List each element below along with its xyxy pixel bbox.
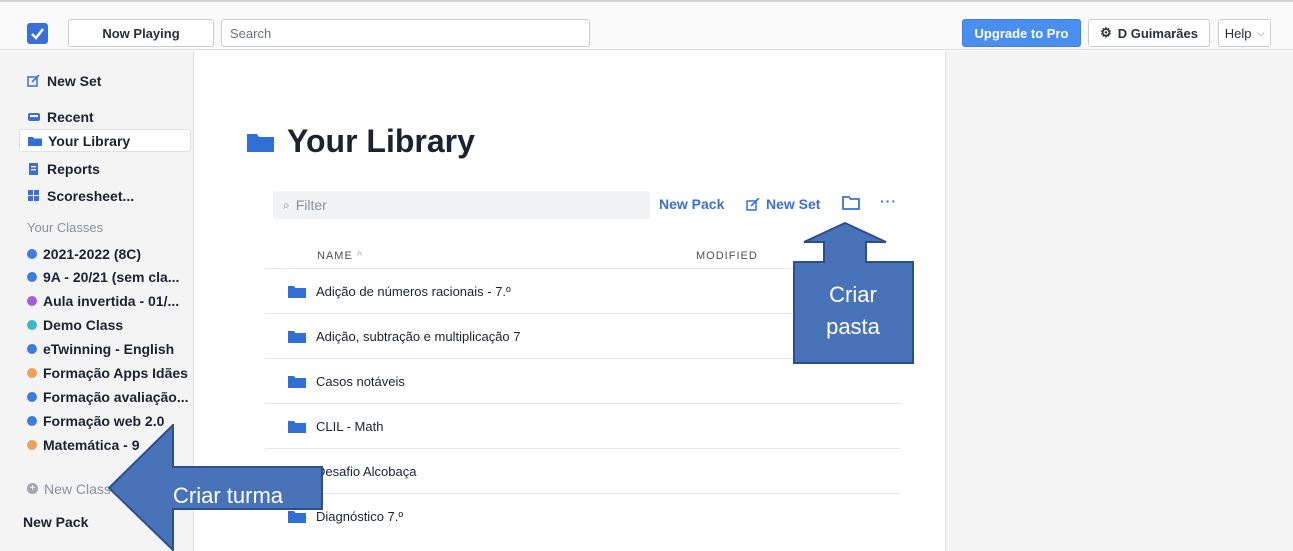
table-row[interactable]: Desafio Alcobaça: [265, 448, 900, 493]
row-title: Adição, subtração e multiplicação 7: [316, 328, 521, 344]
class-color-dot: [27, 296, 37, 307]
page-title: Your Library: [247, 123, 475, 160]
chevron-down-icon: ⌵: [1257, 27, 1265, 38]
search-placeholder: Search: [230, 25, 272, 41]
grid-icon: [28, 189, 39, 201]
user-name: D Guimarães: [1117, 25, 1198, 41]
search-icon: ⌕: [283, 197, 290, 212]
sidebar-class-item[interactable]: 2021-2022 (8C): [19, 242, 191, 265]
row-title: CLIL - Math: [316, 418, 384, 434]
now-playing-button[interactable]: Now Playing: [68, 19, 214, 47]
column-header-modified-label: MODIFIED: [696, 250, 758, 262]
new-class-label: New Class: [44, 480, 111, 497]
sidebar-item-label: New Set: [47, 72, 102, 89]
table-row[interactable]: Diagnóstico 7.º: [265, 493, 900, 538]
edit-icon: [746, 197, 760, 211]
row-title: Diagnóstico 7.º: [316, 508, 404, 524]
page-title-text: Your Library: [287, 123, 475, 159]
sidebar-class-item[interactable]: 9A - 20/21 (sem cla...: [19, 266, 191, 289]
class-color-dot: [27, 248, 37, 259]
row-title: Casos notáveis: [316, 373, 405, 389]
sidebar-item-recent[interactable]: Recent: [19, 105, 191, 128]
folder-icon: [288, 285, 306, 298]
callout-line-1: Criar: [829, 282, 877, 307]
more-options-button[interactable]: ···: [880, 193, 897, 209]
class-color-dot: [27, 439, 37, 450]
table-row[interactable]: Casos notáveis: [265, 358, 900, 403]
class-color-dot: [27, 415, 37, 426]
help-label: Help: [1224, 25, 1252, 41]
sidebar-class-item[interactable]: eTwinning - English: [19, 338, 191, 361]
new-set-button[interactable]: New Set: [746, 196, 820, 212]
plus-circle-icon: +: [27, 483, 38, 494]
column-header-name-label: NAME: [317, 250, 353, 262]
upgrade-button[interactable]: Upgrade to Pro: [962, 19, 1081, 47]
sidebar-item-scoresheet[interactable]: Scoresheet...: [19, 184, 191, 207]
now-playing-label: Now Playing: [102, 25, 180, 41]
sidebar-item-label: Your Library: [48, 132, 131, 149]
class-label: 9A - 20/21 (sem cla...: [43, 269, 180, 286]
search-input[interactable]: Search: [221, 19, 590, 47]
folder-icon: [288, 375, 306, 388]
callout-create-folder-text: Criar pasta: [797, 279, 909, 343]
class-label: Formação avaliação...: [43, 388, 189, 405]
sidebar-item-reports[interactable]: Reports: [19, 157, 191, 180]
reports-icon: [29, 162, 38, 175]
sidebar-item-your-library[interactable]: Your Library: [19, 129, 191, 152]
filter-input[interactable]: ⌕ Filter: [273, 191, 650, 219]
class-label: Aula invertida - 01/...: [43, 293, 180, 310]
callout-line-2: pasta: [826, 314, 880, 339]
new-folder-button[interactable]: [842, 195, 860, 210]
sidebar-item-label: Reports: [47, 160, 100, 177]
upgrade-label: Upgrade to Pro: [974, 25, 1069, 41]
new-pack-link-label: New Pack: [659, 196, 725, 212]
folder-icon: [288, 330, 306, 343]
sidebar-item-label: Scoresheet...: [47, 187, 135, 204]
class-label: Demo Class: [43, 317, 124, 334]
sidebar-class-item[interactable]: Aula invertida - 01/...: [19, 290, 191, 313]
column-header-name[interactable]: NAME ^: [317, 250, 363, 262]
right-pane: [945, 51, 1293, 551]
class-color-dot: [27, 368, 37, 378]
folder-outline-icon: [842, 196, 860, 210]
folder-icon: [28, 136, 42, 146]
class-color-dot: [27, 272, 37, 283]
class-label: eTwinning - English: [43, 341, 175, 358]
folder-icon: [247, 133, 274, 152]
sort-ascending-icon: ^: [356, 250, 364, 262]
row-title: Adição de números racionais - 7.º: [316, 283, 511, 299]
class-color-dot: [27, 320, 37, 331]
new-set-link-label: New Set: [766, 196, 821, 212]
class-label: Formação Apps Idães: [43, 365, 188, 381]
user-menu-button[interactable]: ⚙ D Guimarães: [1088, 19, 1210, 47]
sidebar-item-label: Recent: [47, 108, 94, 125]
class-color-dot: [27, 344, 37, 355]
row-title: Desafio Alcobaça: [316, 463, 417, 479]
sidebar-class-item[interactable]: Formação avaliação...: [19, 385, 191, 408]
new-pack-label: New Pack: [23, 513, 89, 530]
recent-icon: [28, 112, 40, 121]
sidebar-class-item[interactable]: Formação Apps Idães: [19, 362, 191, 385]
more-icon: ···: [880, 193, 897, 209]
help-button[interactable]: Help ⌵: [1218, 19, 1271, 47]
sidebar-item-new-set[interactable]: New Set: [19, 69, 191, 92]
class-label: 2021-2022 (8C): [43, 245, 142, 262]
your-classes-header: Your Classes: [27, 220, 104, 235]
gear-icon: ⚙: [1100, 25, 1112, 40]
app-logo-icon[interactable]: [27, 23, 48, 44]
edit-icon: [27, 74, 40, 87]
callout-create-class-text: Criar turma: [173, 483, 284, 508]
column-header-modified[interactable]: MODIFIED: [696, 250, 758, 262]
class-color-dot: [27, 391, 37, 402]
top-bar: Now Playing Search Upgrade to Pro ⚙ D Gu…: [0, 0, 1293, 50]
new-pack-button[interactable]: New Pack: [659, 196, 724, 212]
sidebar-class-item[interactable]: Demo Class: [19, 314, 191, 337]
filter-placeholder: Filter: [295, 197, 327, 213]
table-row[interactable]: CLIL - Math: [265, 403, 900, 448]
